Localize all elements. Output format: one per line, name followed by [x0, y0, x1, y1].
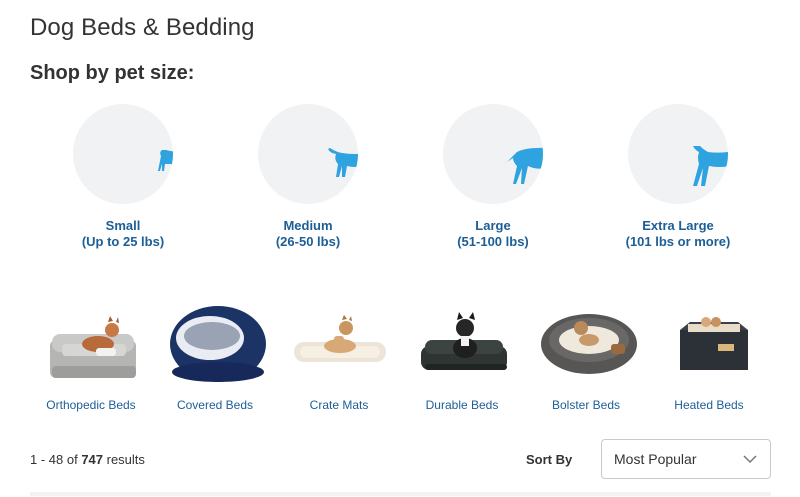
medium-dog-icon	[328, 148, 358, 177]
heated-bed-image	[654, 300, 764, 386]
size-large-circle	[443, 104, 543, 204]
results-prefix: 1 - 48 of	[30, 452, 82, 467]
size-extra-large-circle	[628, 104, 728, 204]
crate-mat-image	[284, 300, 394, 386]
sort-by-label: Sort By	[526, 452, 573, 467]
bolster-bed-image	[531, 300, 641, 386]
size-medium-name: Medium	[283, 218, 333, 233]
durable-bed-image	[407, 300, 517, 386]
chevron-down-icon	[743, 455, 757, 464]
category-heated-label: Heated Beds	[674, 398, 744, 412]
size-small-link[interactable]: Small (Up to 25 lbs)	[38, 104, 208, 250]
results-total: 747	[81, 452, 104, 467]
page-title: Dog Beds & Bedding	[30, 14, 255, 41]
category-covered-beds[interactable]: Covered Beds	[155, 300, 275, 412]
sort-dropdown[interactable]: Most Popular	[601, 439, 771, 479]
size-small-range: (Up to 25 lbs)	[81, 234, 165, 249]
size-large-link[interactable]: Large (51-100 lbs)	[408, 104, 578, 250]
category-durable-label: Durable Beds	[425, 398, 499, 412]
category-bolster-label: Bolster Beds	[551, 398, 621, 412]
category-orthopedic-beds[interactable]: Orthopedic Beds	[31, 300, 151, 412]
size-medium-link[interactable]: Medium (26-50 lbs)	[223, 104, 393, 250]
category-crate-mats-label: Crate Mats	[309, 398, 369, 412]
category-durable-beds[interactable]: Durable Beds	[402, 300, 522, 412]
results-count: 1 - 48 of 747 results	[30, 452, 145, 467]
sort-selected-value: Most Popular	[614, 451, 697, 467]
category-crate-mats[interactable]: Crate Mats	[279, 300, 399, 412]
category-covered-label: Covered Beds	[176, 398, 254, 412]
size-large-name: Large	[475, 218, 511, 233]
results-suffix: results	[103, 452, 145, 467]
size-large-range: (51-100 lbs)	[457, 234, 529, 249]
size-extra-large-range: (101 lbs or more)	[625, 234, 731, 249]
size-extra-large-name: Extra Large	[642, 218, 714, 233]
divider	[30, 492, 771, 496]
large-dog-icon	[503, 147, 543, 184]
extra-large-dog-icon	[693, 146, 728, 186]
orthopedic-bed-image	[36, 300, 146, 386]
size-extra-large-link[interactable]: Extra Large (101 lbs or more)	[593, 104, 763, 250]
size-small-name: Small	[105, 218, 141, 233]
category-heated-beds[interactable]: Heated Beds	[649, 300, 769, 412]
size-small-circle	[73, 104, 173, 204]
size-medium-range: (26-50 lbs)	[275, 234, 341, 249]
category-orthopedic-label: Orthopedic Beds	[46, 398, 136, 412]
small-dog-icon	[158, 150, 173, 171]
size-medium-circle	[258, 104, 358, 204]
category-bolster-beds[interactable]: Bolster Beds	[526, 300, 646, 412]
shop-by-size-heading: Shop by pet size:	[30, 62, 195, 84]
covered-bed-image	[160, 300, 270, 386]
